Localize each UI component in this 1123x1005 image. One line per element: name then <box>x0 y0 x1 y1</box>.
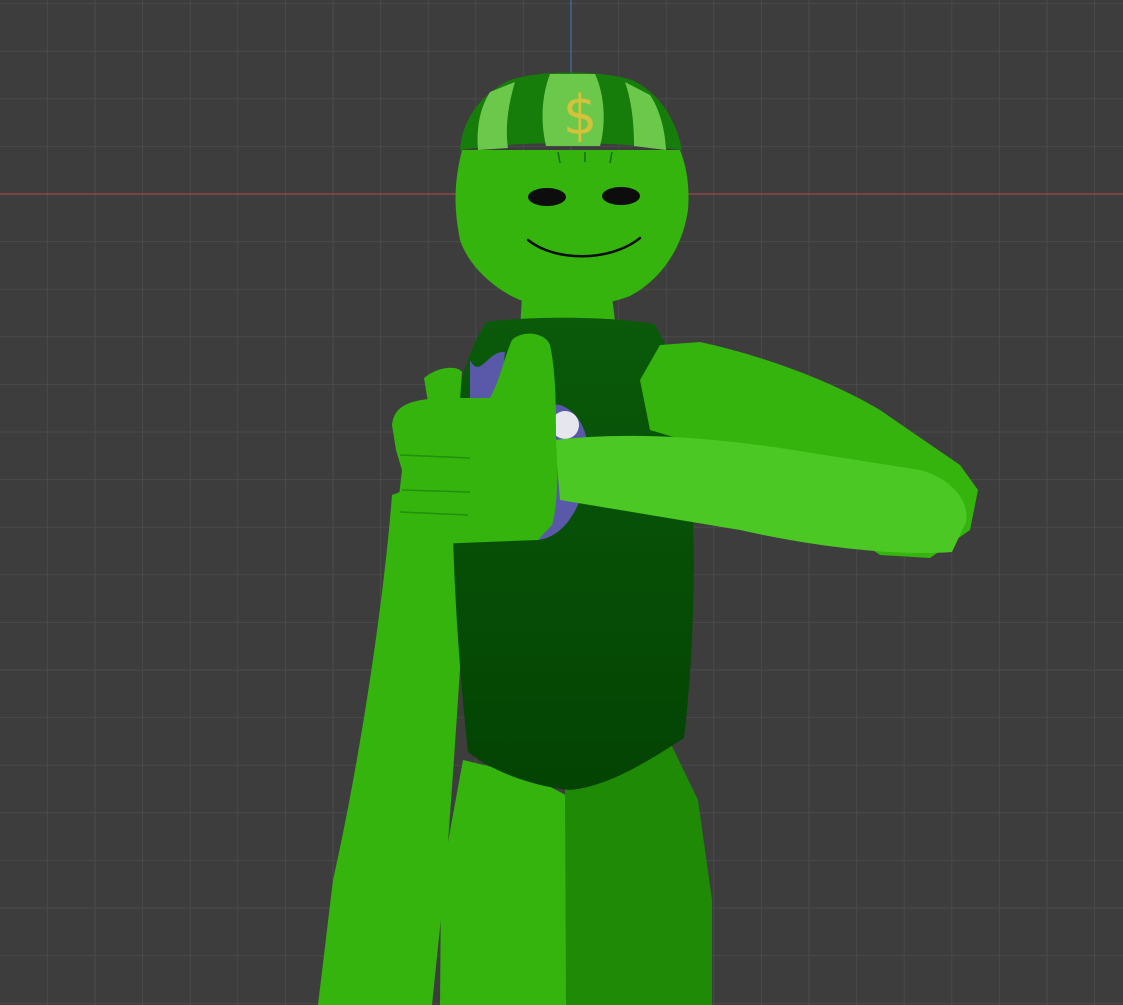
head[interactable] <box>455 150 689 307</box>
left-eye <box>528 188 566 206</box>
viewport-scene[interactable]: $ <box>0 0 1123 1005</box>
left-leg[interactable] <box>440 760 575 1005</box>
cap-dollar-sign: $ <box>563 84 597 147</box>
3d-viewport[interactable]: $ <box>0 0 1123 1005</box>
right-eye <box>602 187 640 205</box>
shoulder-blob <box>424 367 462 402</box>
character-model[interactable]: $ <box>318 72 978 1005</box>
